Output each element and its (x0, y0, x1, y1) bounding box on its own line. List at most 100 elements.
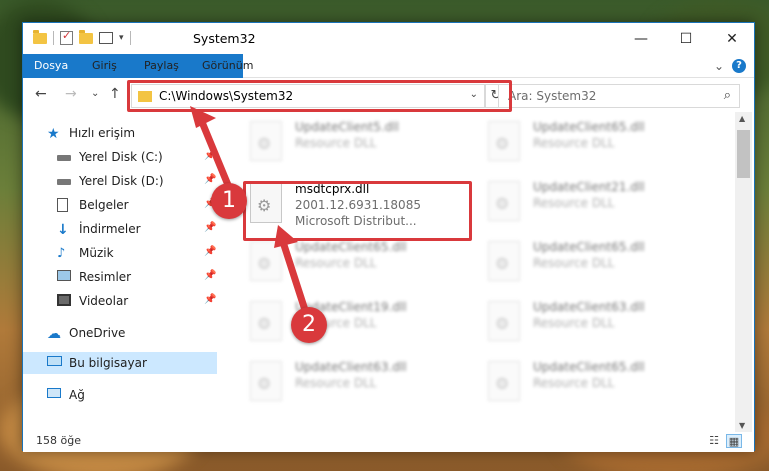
sidebar-item-label: Yerel Disk (D:) (79, 174, 164, 188)
file-tile[interactable]: UpdateClient5.dll Resource DLL (247, 118, 467, 168)
file-type: Resource DLL (533, 316, 615, 330)
help-icon[interactable]: ? (732, 59, 746, 73)
folder-icon[interactable] (33, 29, 47, 44)
file-name: UpdateClient65.dll (533, 120, 645, 134)
sidebar-item-label: Videolar (79, 294, 129, 308)
ribbon-tabs: Dosya Giriş Paylaş Görünüm ⌄ ? (23, 54, 754, 104)
tab-share[interactable]: Paylaş (133, 54, 190, 78)
status-bar: 158 öğe ☷ ▦ (23, 432, 754, 452)
pin-icon[interactable]: 📌 (204, 150, 216, 161)
file-tile[interactable]: UpdateClient63.dll Resource DLL (485, 298, 705, 348)
ribbon-expand-icon[interactable]: ⌄ (714, 59, 724, 73)
minimize-button[interactable]: — (618, 23, 664, 54)
star-icon: ★ (47, 126, 60, 142)
maximize-button[interactable]: ☐ (663, 23, 709, 54)
details-view-icon[interactable]: ☷ (706, 434, 722, 448)
tab-home[interactable]: Giriş (81, 54, 128, 78)
separator (129, 31, 131, 45)
tiles-view-icon[interactable]: ▦ (726, 434, 742, 448)
up-button[interactable]: ↑ (109, 86, 121, 102)
tab-view[interactable]: Görünüm (191, 54, 264, 78)
sidebar-item-label: Hızlı erişim (69, 126, 136, 140)
drive-icon (57, 150, 73, 164)
sidebar-item-label: Yerel Disk (C:) (79, 150, 163, 164)
sidebar-item-label: Müzik (79, 246, 114, 260)
pin-icon[interactable]: 📌 (204, 246, 216, 257)
close-button[interactable]: ✕ (709, 23, 755, 54)
title-bar: ▾ System32 — ☐ ✕ (23, 23, 754, 54)
file-type: Resource DLL (295, 376, 377, 390)
sidebar-item-music[interactable]: ♪ Müzik (57, 242, 114, 264)
quick-access-toolbar: ▾ (33, 29, 131, 45)
forward-button[interactable]: → (65, 86, 77, 102)
scroll-up-icon[interactable]: ▲ (739, 114, 745, 123)
callout-badge-1: 1 (211, 183, 247, 219)
pin-icon[interactable]: 📌 (204, 294, 216, 305)
search-placeholder: Ara: System32 (508, 89, 597, 103)
pictures-icon (57, 270, 73, 284)
download-icon: ↓ (57, 222, 69, 238)
file-tile[interactable]: UpdateClient65.dll Resource DLL (485, 358, 705, 408)
documents-icon (57, 198, 73, 212)
new-folder-icon[interactable] (79, 29, 93, 44)
sidebar-item-label: Bu bilgisayar (69, 356, 147, 370)
file-name: UpdateClient63.dll (533, 300, 645, 314)
sidebar-item-downloads[interactable]: ↓ İndirmeler (57, 218, 141, 240)
music-icon: ♪ (57, 246, 66, 261)
back-button[interactable]: ← (35, 86, 47, 102)
sidebar-item-label: İndirmeler (79, 222, 141, 236)
sidebar-item-onedrive[interactable]: ☁ OneDrive (47, 322, 125, 344)
pin-icon[interactable]: 📌 (204, 174, 216, 185)
sidebar-item-label: OneDrive (69, 326, 126, 340)
dll-file-icon (250, 241, 282, 281)
sidebar-item-local-disk-c[interactable]: Yerel Disk (C:) (57, 146, 163, 168)
sidebar-item-network[interactable]: Ağ (47, 384, 85, 406)
file-type: Resource DLL (533, 196, 615, 210)
file-tile[interactable]: UpdateClient65.dll Resource DLL (485, 238, 705, 288)
file-highlight (243, 181, 472, 241)
sidebar-item-quick-access[interactable]: ★ Hızlı erişim (47, 122, 135, 144)
file-list: UpdateClient5.dll Resource DLL msdtcprx.… (223, 112, 735, 432)
navigation-bar: ← → ⌄ ↑ C:\Windows\System32 ⌄ ↻ Ara: Sys… (23, 78, 754, 112)
drive-icon (57, 174, 73, 188)
sidebar-item-documents[interactable]: Belgeler (57, 194, 129, 216)
scrollbar-thumb[interactable] (737, 130, 750, 178)
dll-file-icon (488, 361, 520, 401)
file-type: Resource DLL (295, 136, 377, 150)
file-tile[interactable]: UpdateClient63.dll Resource DLL (247, 358, 467, 408)
file-tile[interactable]: UpdateClient19.dll Resource DLL (247, 298, 467, 348)
file-name: UpdateClient65.dll (533, 360, 645, 374)
pin-icon[interactable]: 📌 (204, 222, 216, 233)
network-icon (47, 388, 63, 402)
file-name: UpdateClient5.dll (295, 120, 399, 134)
sidebar-item-local-disk-d[interactable]: Yerel Disk (D:) (57, 170, 164, 192)
file-tile[interactable]: UpdateClient21.dll Resource DLL (485, 178, 705, 228)
file-name: UpdateClient21.dll (533, 180, 645, 194)
dll-file-icon (488, 241, 520, 281)
search-input[interactable]: Ara: System32 ⌕ (498, 84, 740, 108)
cloud-icon: ☁ (47, 326, 61, 342)
dll-file-icon (488, 181, 520, 221)
vertical-scrollbar[interactable]: ▲ ▼ (735, 112, 752, 432)
recent-locations-button[interactable]: ⌄ (91, 88, 99, 99)
file-type: Resource DLL (295, 256, 377, 270)
properties-icon[interactable] (60, 29, 73, 45)
dll-file-icon (250, 361, 282, 401)
scroll-down-icon[interactable]: ▼ (739, 421, 745, 430)
customize-view-icon[interactable] (99, 32, 113, 44)
sidebar-item-videos[interactable]: Videolar (57, 290, 128, 312)
file-type: Resource DLL (533, 256, 615, 270)
sidebar-item-label: Belgeler (79, 198, 129, 212)
file-type: Resource DLL (533, 376, 615, 390)
separator (53, 31, 54, 45)
dll-file-icon (488, 301, 520, 341)
file-tile[interactable]: UpdateClient65.dll Resource DLL (485, 118, 705, 168)
sidebar-item-pictures[interactable]: Resimler (57, 266, 131, 288)
sidebar-item-this-pc[interactable]: Bu bilgisayar (47, 352, 147, 374)
pin-icon[interactable]: 📌 (204, 270, 216, 281)
chevron-down-icon[interactable]: ▾ (119, 33, 124, 43)
sidebar-item-label: Ağ (69, 388, 85, 402)
computer-icon (47, 356, 63, 370)
file-tile[interactable]: UpdateClient65.dll Resource DLL (247, 238, 467, 288)
callout-badge-2: 2 (291, 307, 327, 343)
